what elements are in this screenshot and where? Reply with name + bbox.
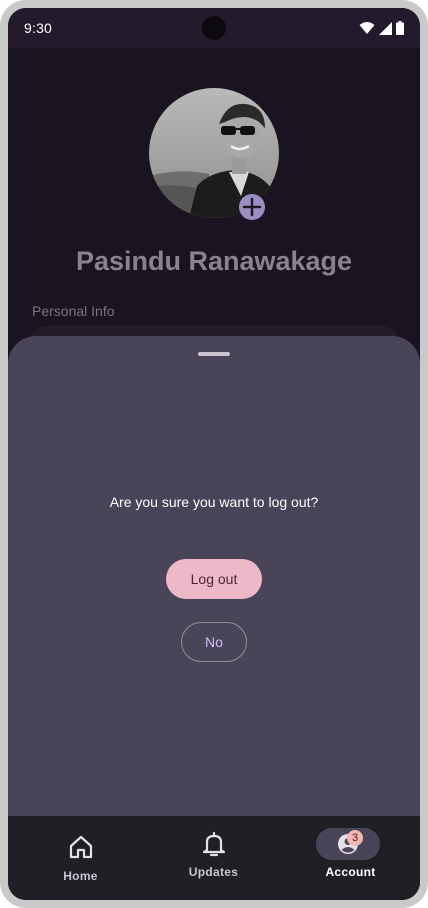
profile-name: Pasindu Ranawakage <box>75 246 353 276</box>
app-screen: 9:30 Pasindu Ranawakage Personal Info Ar… <box>8 8 420 900</box>
add-photo-button[interactable] <box>239 194 265 220</box>
logout-bottom-sheet: Are you sure you want to log out? Log ou… <box>8 336 420 826</box>
nav-label-account: Account <box>325 865 376 879</box>
status-icons <box>359 21 404 35</box>
cancel-button[interactable]: No <box>181 622 247 662</box>
status-bar: 9:30 <box>8 8 420 48</box>
status-time: 9:30 <box>24 20 53 36</box>
nav-item-account[interactable]: 3 Account <box>282 816 419 900</box>
nav-item-updates[interactable]: Updates <box>145 816 282 900</box>
device-frame: 9:30 Pasindu Ranawakage Personal Info Ar… <box>0 0 428 908</box>
sheet-drag-handle[interactable] <box>198 352 230 356</box>
nav-item-home[interactable]: Home <box>12 816 149 900</box>
wifi-icon <box>359 22 375 34</box>
battery-icon <box>396 21 404 35</box>
bell-icon <box>202 831 225 857</box>
home-icon <box>69 835 92 859</box>
signal-icon <box>379 21 392 35</box>
logout-confirm-message: Are you sure you want to log out? <box>109 494 319 510</box>
camera-cutout <box>202 16 226 40</box>
nav-label-updates: Updates <box>188 865 239 879</box>
nav-label-home: Home <box>63 869 98 883</box>
notification-badge: 3 <box>347 830 363 846</box>
personal-info-label: Personal Info <box>32 303 115 319</box>
logout-button[interactable]: Log out <box>166 559 262 599</box>
bottom-navigation: Home Updates 3 Account <box>8 816 420 900</box>
plus-icon <box>242 197 262 217</box>
